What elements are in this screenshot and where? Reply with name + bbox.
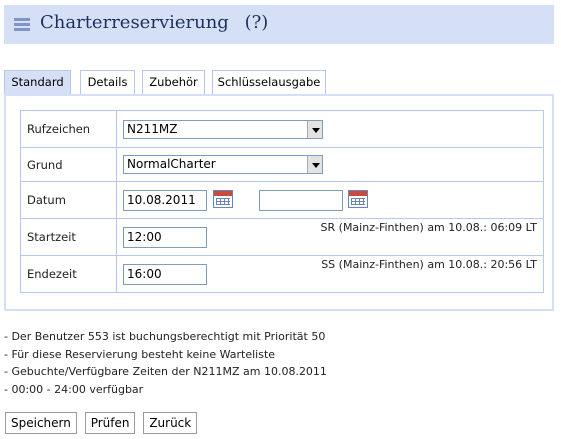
tab-zubehoer[interactable]: Zubehör (142, 70, 205, 95)
note-line: - Gebuchte/Verfügbare Zeiten der N211MZ … (4, 365, 327, 378)
tab-standard[interactable]: Standard (4, 70, 71, 95)
grund-select[interactable]: NormalCharter (123, 155, 323, 174)
note-line: - 00:00 - 24:00 verfügbar (4, 382, 144, 396)
menu-icon[interactable] (14, 18, 30, 31)
action-buttons: Speichern Prüfen Zurück (5, 412, 201, 434)
tab-details[interactable]: Details (80, 70, 135, 95)
page-header: Charterreservierung (?) (4, 5, 554, 44)
calendar-icon[interactable] (348, 189, 369, 208)
note-line: - Für diese Reservierung besteht keine W… (4, 347, 276, 361)
title-text: Charterreservierung (40, 12, 229, 33)
startzeit-input[interactable] (123, 226, 207, 248)
rufzeichen-value: N211MZ (127, 121, 178, 136)
chevron-down-icon[interactable] (307, 156, 322, 173)
back-button[interactable]: Zurück (143, 412, 198, 434)
tab-schluesselausgabe[interactable]: Schlüsselausgabe (212, 70, 326, 95)
save-button[interactable]: Speichern (5, 412, 77, 434)
reservation-form: Rufzeichen N211MZ Grund NormalCharter Da… (20, 110, 544, 293)
startzeit-label: Startzeit (20, 218, 117, 256)
page-title: Charterreservierung (?) (40, 12, 268, 33)
grund-label: Grund (20, 147, 117, 182)
rufzeichen-label: Rufzeichen (20, 110, 117, 148)
datum-to-input[interactable] (258, 189, 343, 211)
note-line: - Der Benutzer 553 ist buchungsberechtig… (4, 330, 326, 343)
help-link[interactable]: (?) (245, 12, 269, 33)
info-notes: - Der Benutzer 553 ist buchungsberechtig… (4, 328, 327, 398)
sunset-info: SS (Mainz-Finthen) am 10.08.: 20:56 LT (321, 257, 537, 271)
form-panel: Rufzeichen N211MZ Grund NormalCharter Da… (4, 94, 554, 311)
chevron-down-icon[interactable] (307, 120, 322, 138)
rufzeichen-select[interactable]: N211MZ (123, 119, 323, 139)
endezeit-label: Endezeit (20, 255, 117, 293)
datum-from-input[interactable] (123, 189, 207, 211)
check-button[interactable]: Prüfen (84, 412, 136, 434)
sunrise-info: SR (Mainz-Finthen) am 10.08.: 06:09 LT (320, 220, 537, 234)
endezeit-input[interactable] (123, 263, 207, 285)
datum-label: Datum (20, 181, 117, 219)
grund-value: NormalCharter (127, 157, 216, 171)
calendar-icon[interactable] (212, 189, 233, 208)
